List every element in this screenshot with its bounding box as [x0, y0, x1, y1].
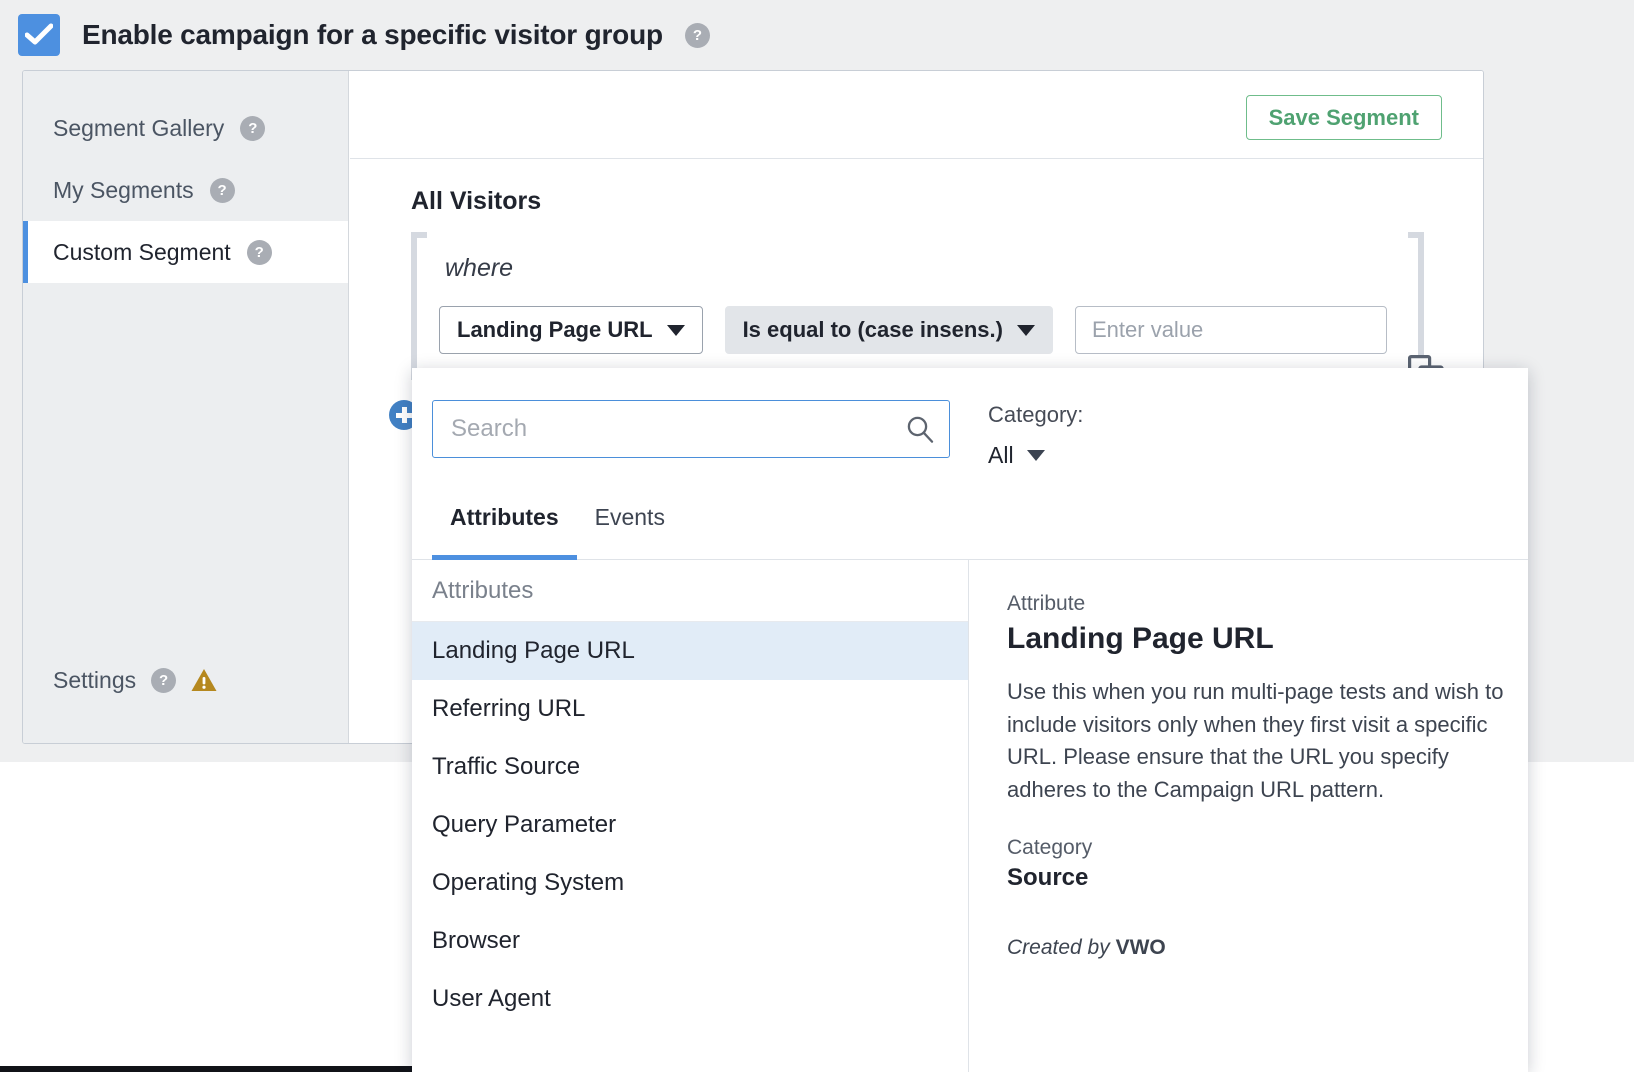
list-item[interactable]: Traffic Source	[412, 738, 968, 796]
attribute-list[interactable]: Attributes Landing Page URL Referring UR…	[412, 560, 969, 1072]
search-field-wrapper	[432, 400, 950, 458]
picker-tabs: Attributes Events	[412, 504, 1528, 560]
detail-category-label: Category	[1007, 836, 1093, 860]
category-filter: Category: All	[988, 400, 1083, 469]
enable-campaign-header: Enable campaign for a specific visitor g…	[18, 12, 710, 58]
sidebar-item-custom-segment[interactable]: Custom Segment ?	[23, 221, 348, 283]
list-item[interactable]: Query Parameter	[412, 796, 968, 854]
attribute-detail-panel: Attribute Landing Page URL Use this when…	[969, 560, 1528, 1072]
header-help-icon[interactable]: ?	[684, 22, 710, 48]
category-filter-value: All	[988, 442, 1014, 468]
search-input[interactable]	[432, 400, 950, 458]
sidebar-item-label: My Segments	[53, 176, 194, 203]
detail-created-by: Created by VWO	[1007, 936, 1528, 960]
segment-editor-body: All Visitors where Landing Page URL Is e…	[350, 159, 1483, 389]
segment-sidebar: Segment Gallery ? My Segments ? Custom S…	[23, 71, 349, 743]
detail-kind-label: Attribute	[1007, 592, 1086, 615]
category-filter-dropdown[interactable]: All	[988, 442, 1045, 469]
chevron-down-icon	[1026, 450, 1045, 461]
group-bracket-left	[411, 232, 427, 380]
operator-dropdown[interactable]: Is equal to (case insens.)	[724, 306, 1053, 354]
sidebar-item-segment-gallery[interactable]: Segment Gallery ?	[23, 97, 348, 159]
condition-value-input[interactable]	[1075, 306, 1387, 354]
detail-title: Landing Page URL	[1007, 622, 1274, 655]
settings-label: Settings	[53, 666, 137, 693]
detail-description: Use this when you run multi-page tests a…	[1007, 679, 1504, 802]
detail-created-prefix: Created by	[1007, 936, 1116, 960]
tab-attributes[interactable]: Attributes	[432, 504, 577, 560]
checkmark-icon	[25, 23, 53, 45]
tab-events[interactable]: Events	[577, 504, 683, 559]
chevron-down-icon	[666, 324, 685, 336]
sidebar-item-label: Segment Gallery	[53, 114, 225, 141]
picker-content: Attributes Landing Page URL Referring UR…	[412, 560, 1528, 1072]
segment-editor-toolbar: Save Segment	[350, 71, 1483, 159]
where-label: where	[445, 254, 514, 282]
condition-row: Landing Page URL Is equal to (case insen…	[439, 306, 1387, 354]
attribute-dropdown[interactable]: Landing Page URL	[439, 306, 703, 354]
condition-group: where Landing Page URL Is equal to (case…	[411, 232, 1444, 382]
list-item[interactable]: Operating System	[412, 854, 968, 912]
detail-created-vendor: VWO	[1115, 936, 1166, 960]
settings-help-icon[interactable]: ?	[151, 667, 177, 693]
attribute-dropdown-value: Landing Page URL	[457, 317, 653, 342]
sidebar-item-label: Custom Segment	[53, 238, 231, 265]
list-item[interactable]: User Agent	[412, 970, 968, 1028]
list-item[interactable]: Referring URL	[412, 680, 968, 738]
page-title: Enable campaign for a specific visitor g…	[82, 19, 663, 50]
search-icon[interactable]	[906, 415, 934, 443]
custom-segment-help-icon[interactable]: ?	[246, 239, 272, 265]
bottom-edge-strip	[0, 1066, 412, 1072]
detail-category-value: Source	[1007, 864, 1089, 892]
attribute-picker-popover: Category: All Attributes Events Attribut…	[412, 368, 1528, 1072]
operator-dropdown-value: Is equal to (case insens.)	[742, 317, 1003, 342]
category-filter-label: Category:	[988, 402, 1084, 427]
attribute-group-header: Attributes	[412, 560, 968, 622]
sidebar-item-settings[interactable]: Settings ?	[23, 657, 217, 703]
chevron-down-icon	[1017, 324, 1035, 336]
picker-header: Category: All	[412, 368, 1528, 504]
sidebar-item-my-segments[interactable]: My Segments ?	[23, 159, 348, 221]
warning-triangle-icon	[191, 669, 217, 691]
save-segment-button[interactable]: Save Segment	[1245, 95, 1442, 140]
my-segments-help-icon[interactable]: ?	[209, 177, 235, 203]
segment-scope-title: All Visitors	[411, 187, 542, 215]
segment-gallery-help-icon[interactable]: ?	[240, 115, 266, 141]
enable-campaign-checkbox[interactable]	[18, 14, 60, 56]
list-item[interactable]: Landing Page URL	[412, 622, 968, 680]
screen-root: Enable campaign for a specific visitor g…	[0, 0, 1634, 1072]
list-item[interactable]: Browser	[412, 912, 968, 970]
